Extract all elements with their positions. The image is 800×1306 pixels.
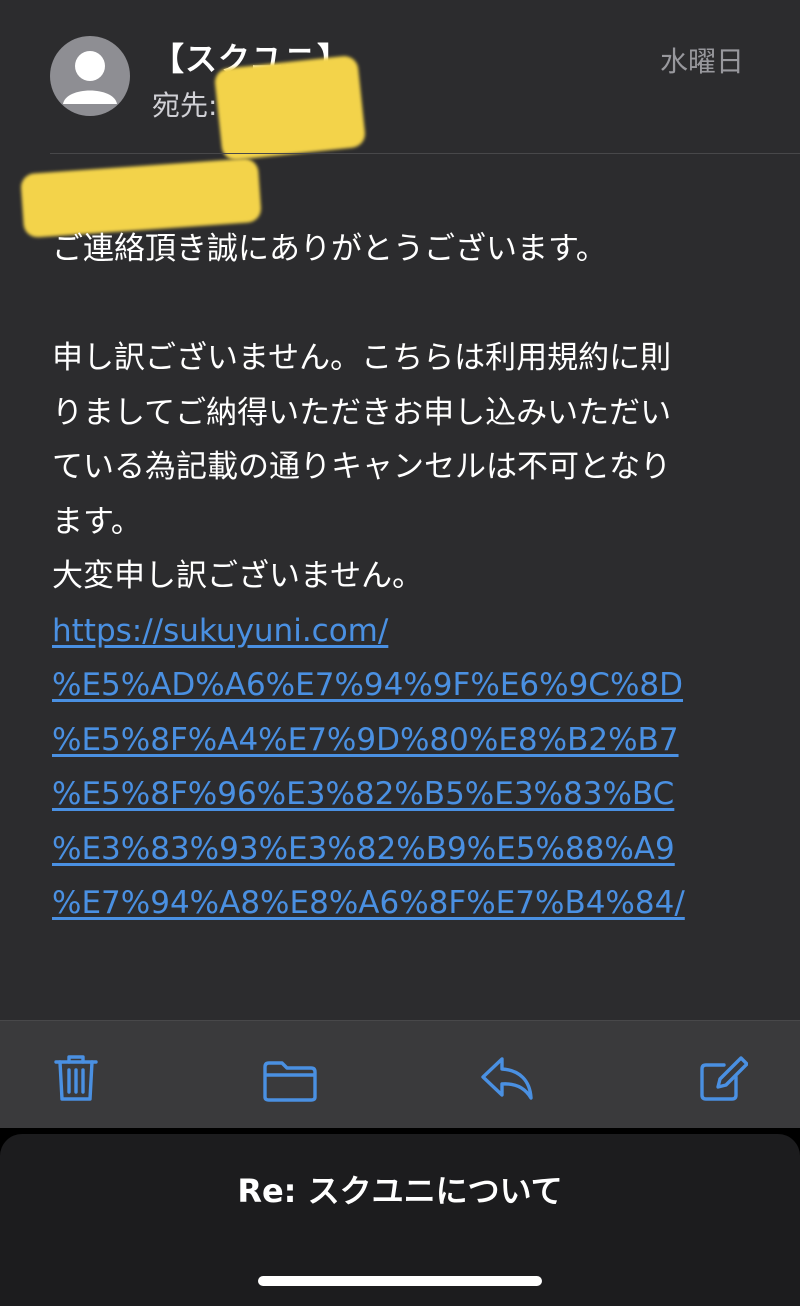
avatar[interactable] xyxy=(50,36,130,116)
trash-icon[interactable] xyxy=(52,1053,100,1107)
folder-icon[interactable] xyxy=(262,1059,318,1107)
body-line xyxy=(52,277,752,332)
compose-icon[interactable] xyxy=(698,1053,749,1107)
terms-link-line[interactable]: https://sukuyuni.com/ xyxy=(52,604,752,659)
reply-icon[interactable] xyxy=(480,1055,534,1105)
body-line: 申し訳ございません。こちらは利用規約に則 xyxy=(52,340,672,376)
body-line: ご連絡頂き誠にありがとうございます。 xyxy=(52,231,607,267)
person-icon xyxy=(63,51,117,104)
terms-link-line[interactable]: %E7%94%A8%E8%A6%8F%E7%B4%84/ xyxy=(52,876,752,931)
message-body: ご連絡頂き誠にありがとうございます。 申し訳ございません。こちらは利用規約に則 … xyxy=(52,222,752,931)
message-view: 【スクユニ】 宛先: › 水曜日 ご連絡頂き誠にありがとうございます。 申し訳ご… xyxy=(0,0,800,1128)
terms-link-line[interactable]: %E5%8F%A4%E7%9D%80%E8%B2%B7 xyxy=(52,713,752,768)
body-line: ます。 xyxy=(52,503,142,540)
message-date: 水曜日 xyxy=(659,45,744,78)
mail-toolbar xyxy=(0,1020,800,1128)
home-indicator[interactable] xyxy=(258,1276,542,1286)
redaction-mark xyxy=(213,54,367,162)
draft-reply-title[interactable]: Re: スクユニについて xyxy=(0,1166,800,1212)
recipient-label: 宛先: xyxy=(152,89,218,122)
body-line: ている為記載の通りキャンセルは不可となり xyxy=(52,449,672,485)
body-line: りましてご納得いただきお申し込みいただい xyxy=(52,394,672,431)
terms-link-line[interactable]: %E3%83%93%E3%82%B9%E5%88%A9 xyxy=(52,822,752,877)
body-line: 大変申し訳ございません。 xyxy=(52,558,424,594)
header-divider xyxy=(50,153,800,154)
terms-link-line[interactable]: %E5%8F%96%E3%82%B5%E3%83%BC xyxy=(52,767,752,822)
terms-link-line[interactable]: %E5%AD%A6%E7%94%9F%E6%9C%8D xyxy=(52,658,752,713)
